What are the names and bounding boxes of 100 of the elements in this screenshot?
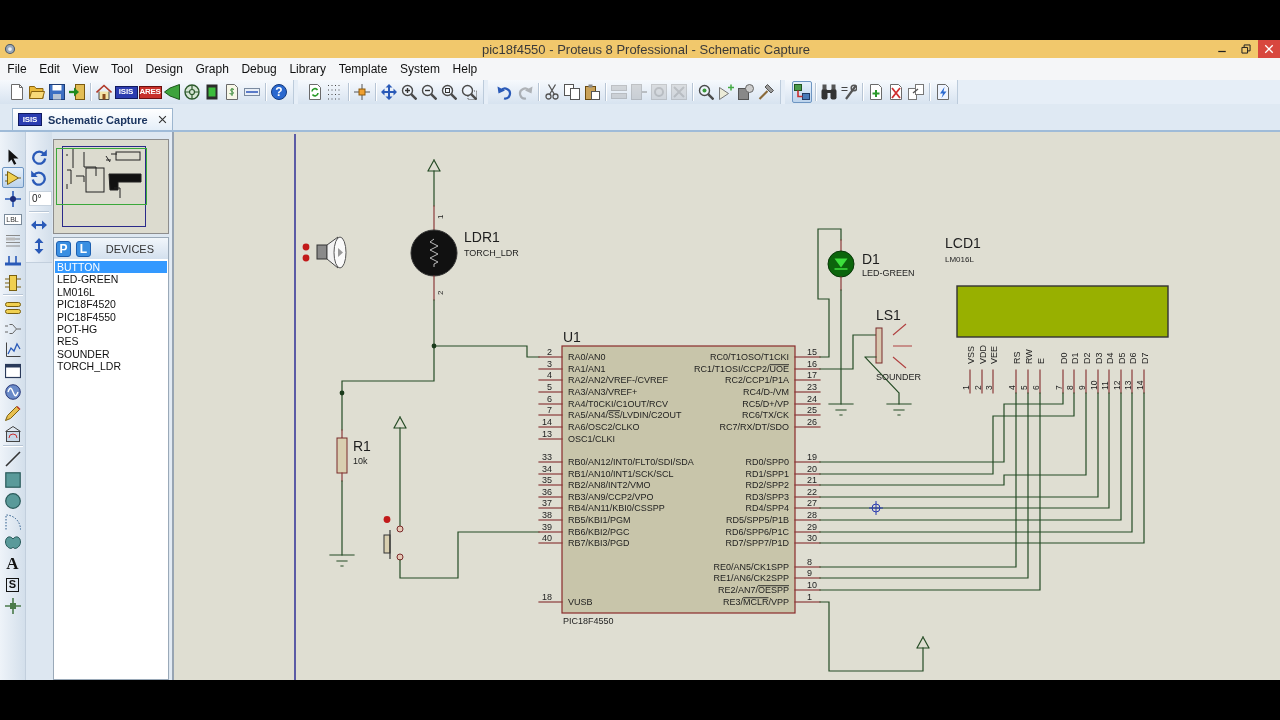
pin-name: RA3/AN3/VREF+ <box>568 387 638 398</box>
pin-number: 4 <box>1006 385 1017 390</box>
magnifier-icon <box>698 84 714 100</box>
text-lines-icon <box>4 232 21 249</box>
ground-icon <box>828 403 854 416</box>
menu-item[interactable]: System <box>393 62 447 76</box>
crosshair-cursor-icon <box>868 500 884 516</box>
copy-icon <box>564 84 580 100</box>
pin-name: RB4/AN11/KBI0/CSSPP <box>568 503 665 514</box>
ground-icon <box>886 403 912 416</box>
component-value: LED-GREEN <box>862 268 915 278</box>
wrench-icon <box>841 84 857 100</box>
wheel-icon <box>184 84 200 100</box>
tab[interactable]: ISIS Schematic Capture <box>12 108 173 130</box>
pin-number: 1 <box>960 385 971 390</box>
menu-item[interactable]: Edit <box>32 62 67 76</box>
pin-number: 27 <box>807 497 817 508</box>
device-list-item[interactable]: LM016L <box>55 285 167 299</box>
device-list-item[interactable]: TORCH_LDR <box>55 360 167 373</box>
overview-panel[interactable] <box>53 139 169 234</box>
pin-number: 26 <box>807 416 817 427</box>
cut-button[interactable] <box>542 81 562 103</box>
connected-squares-icon <box>794 84 810 100</box>
pin-number: 29 <box>807 521 817 532</box>
pen-icon <box>4 404 21 421</box>
component-value: 10k <box>353 456 368 466</box>
component-reference: U1 <box>563 329 581 345</box>
menu-item[interactable]: Template <box>332 62 394 76</box>
gerber-viewer-button[interactable] <box>182 81 202 103</box>
pin-number: 35 <box>542 474 552 485</box>
crossed-box-icon <box>671 84 687 100</box>
junction-dot-icon <box>339 390 345 396</box>
crosshair-icon <box>354 84 370 100</box>
pin-number: 8 <box>1064 385 1075 390</box>
device-list-item[interactable]: PIC18F4520 <box>55 298 167 311</box>
close-button[interactable] <box>1258 40 1280 58</box>
pin-name: RW <box>1023 349 1034 364</box>
menu-item[interactable]: Tool <box>104 62 140 76</box>
scissors-icon <box>544 84 560 100</box>
wire-autorouter-button[interactable] <box>792 81 812 103</box>
menu-item[interactable]: View <box>66 62 105 76</box>
menu-item[interactable]: File <box>1 62 33 76</box>
angle-field[interactable]: 0° <box>29 191 52 206</box>
symbol-tool-button[interactable]: S <box>1 574 24 595</box>
pin-name: RD2/SPP2 <box>745 480 789 491</box>
zoom-in-icon <box>401 84 417 100</box>
page-bolt-icon <box>935 84 951 100</box>
pin-number: 14 <box>1134 380 1145 390</box>
window-icon <box>4 362 21 379</box>
menu-item[interactable]: Design <box>139 62 190 76</box>
rounded-bars-icon <box>4 299 21 316</box>
pin-number: 36 <box>542 486 552 497</box>
menu-item[interactable]: Library <box>283 62 333 76</box>
component-value: LM016L <box>945 255 974 264</box>
pin-number: 5 <box>547 381 552 392</box>
pin-name: RC0/T1OSO/T1CKI <box>709 352 789 363</box>
amplifier-plus-icon <box>718 84 734 100</box>
folder-icon <box>29 84 45 100</box>
copy-button[interactable] <box>562 81 582 103</box>
push-button-symbol <box>383 525 404 561</box>
component-reference: LDR1 <box>464 229 500 245</box>
pin-number: 1 <box>807 591 812 602</box>
ldr-symbol <box>410 229 458 277</box>
device-list-item[interactable]: RES <box>55 335 167 348</box>
decompose-button[interactable] <box>756 81 776 103</box>
pan-button[interactable] <box>379 81 399 103</box>
3d-viewer-button[interactable] <box>162 81 182 103</box>
pin-name: RD3/SPP3 <box>745 492 789 503</box>
pin-name: VSS <box>965 346 976 364</box>
wire <box>433 170 435 207</box>
device-list-item[interactable]: SOUNDER <box>55 347 167 361</box>
origin-button[interactable] <box>352 81 372 103</box>
packaging-tool-button[interactable] <box>736 81 756 103</box>
component-mode-button[interactable] <box>1 167 24 188</box>
hammer-icon <box>758 84 774 100</box>
pin-name: RC4/D-/VM <box>743 387 789 398</box>
pin-number: 14 <box>542 416 552 427</box>
refresh-icon <box>307 84 323 100</box>
goto-sheet-button[interactable] <box>906 81 926 103</box>
menu-item[interactable]: Help <box>446 62 484 76</box>
text-tool-button[interactable]: A <box>1 553 24 574</box>
device-list-item[interactable]: POT-HG <box>55 323 167 336</box>
pin-number: 40 <box>542 532 552 543</box>
arc-icon <box>4 513 21 530</box>
power-terminal-icon <box>427 159 441 172</box>
menu-item[interactable]: Graph <box>189 62 236 76</box>
pin-name: RC5/D+/VP <box>742 399 789 410</box>
line-icon <box>4 450 21 467</box>
device-list-item[interactable]: PIC18F4550 <box>55 310 167 324</box>
import-button[interactable] <box>67 81 87 103</box>
menu-item[interactable]: Debug <box>235 62 284 76</box>
viewport-frame[interactable] <box>56 148 147 205</box>
device-list-item[interactable]: LED-GREEN <box>55 273 167 286</box>
sine-wave-icon <box>4 383 21 400</box>
pin-number: 19 <box>807 451 817 462</box>
pin-number: 34 <box>542 463 552 474</box>
save-button[interactable] <box>47 81 67 103</box>
pin-name: RA5/AN4/SS/LVDIN/C2OUT <box>568 410 682 421</box>
panel-title: DEVICES <box>105 242 154 255</box>
pin-name: RD5/SPP5/P1B <box>725 515 789 526</box>
